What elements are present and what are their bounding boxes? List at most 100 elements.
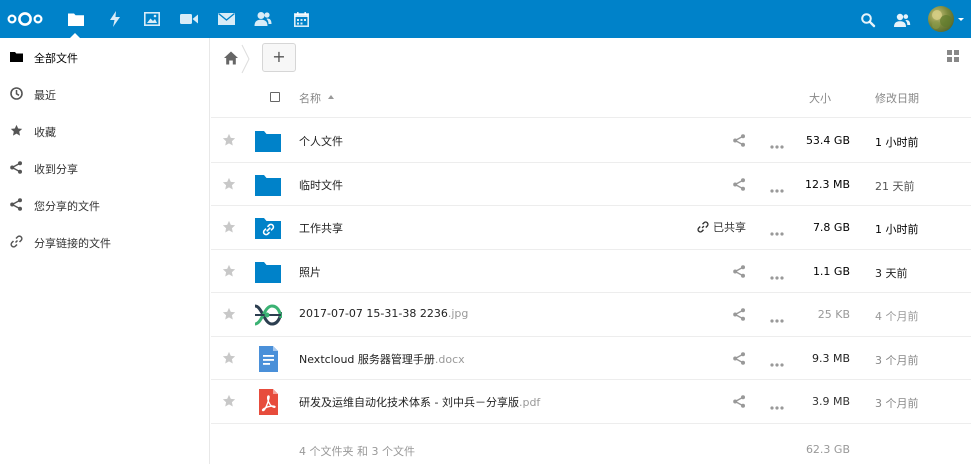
favorite-star-icon[interactable]	[222, 351, 236, 365]
sidebar-item-label: 收到分享	[34, 163, 78, 176]
favorite-star-icon[interactable]	[222, 264, 236, 278]
nextcloud-logo[interactable]	[6, 11, 44, 27]
folder-icon[interactable]	[254, 128, 282, 154]
more-actions-icon[interactable]	[770, 139, 784, 149]
file-modified: 1 小时前	[875, 223, 919, 236]
search-icon[interactable]	[860, 12, 876, 28]
shared-link-folder-icon[interactable]	[254, 215, 282, 241]
gallery-icon[interactable]	[143, 10, 161, 28]
file-size: 25 KB	[817, 308, 850, 321]
table-row[interactable]: 照片 1.1 GB 3 天前	[211, 250, 971, 293]
file-name[interactable]: 2017-07-07 15-31-38 2236.jpg	[299, 307, 468, 320]
new-button[interactable]: +	[262, 43, 296, 72]
share-icon[interactable]	[733, 395, 746, 408]
share-icon[interactable]	[733, 177, 746, 191]
folder-icon	[9, 49, 23, 63]
sidebar-item-recent[interactable]: 最近	[0, 75, 209, 112]
sidebar-item-label: 收藏	[34, 126, 56, 139]
video-icon[interactable]	[180, 10, 198, 28]
more-actions-icon[interactable]	[770, 400, 784, 410]
contacts-menu-icon[interactable]	[893, 12, 911, 28]
file-extension: .jpg	[447, 307, 469, 320]
file-name[interactable]: 研发及运维自动化技术体系 - 刘中兵－分享版.pdf	[299, 394, 540, 410]
sort-ascending-icon[interactable]	[328, 95, 334, 99]
more-actions-icon[interactable]	[770, 313, 784, 323]
favorite-star-icon[interactable]	[222, 220, 236, 234]
table-row[interactable]: 2017-07-07 15-31-38 2236.jpg 25 KB 4 个月前	[211, 293, 971, 337]
home-icon[interactable]	[223, 50, 239, 66]
more-actions-icon[interactable]	[770, 226, 784, 236]
summary-total-size: 62.3 GB	[805, 443, 850, 456]
share-icon[interactable]	[733, 308, 746, 321]
file-modified: 3 个月前	[875, 397, 919, 410]
favorite-star-icon[interactable]	[222, 133, 236, 147]
clock-icon	[9, 86, 23, 100]
more-actions-icon[interactable]	[770, 357, 784, 367]
calendar-icon[interactable]	[292, 10, 310, 28]
avatar[interactable]	[928, 6, 954, 32]
breadcrumb-separator	[241, 44, 250, 74]
sidebar: 全部文件 最近 收藏 收到分享 您分享的文件 分享链接的文件	[0, 38, 210, 464]
table-row[interactable]: Nextcloud 服务器管理手册.docx 9.3 MB 3 个月前	[211, 337, 971, 380]
mail-icon[interactable]	[217, 10, 235, 28]
link-icon	[697, 221, 709, 233]
favorite-star-icon[interactable]	[222, 394, 236, 408]
file-size: 1.1 GB	[812, 264, 850, 278]
file-basename: 研发及运维自动化技术体系 - 刘中兵－分享版	[299, 396, 519, 409]
file-name[interactable]: Nextcloud 服务器管理手册.docx	[299, 351, 465, 367]
file-name[interactable]: 照片	[299, 264, 321, 280]
table-row[interactable]: 工作共享 已共享 7.8 GB 1 小时前	[211, 206, 971, 250]
sidebar-item-shared-with-you[interactable]: 收到分享	[0, 149, 209, 186]
table-row[interactable]: 个人文件 53.4 GB 1 小时前	[211, 119, 971, 163]
column-header-name[interactable]: 名称	[299, 90, 321, 106]
file-name[interactable]: 工作共享	[299, 220, 343, 236]
file-size: 53.4 GB	[805, 134, 850, 147]
document-icon[interactable]	[254, 345, 282, 372]
folder-icon[interactable]	[254, 172, 282, 198]
share-icon	[9, 197, 23, 211]
activity-icon[interactable]	[106, 10, 124, 28]
files-icon[interactable]	[67, 10, 85, 28]
table-row[interactable]: 研发及运维自动化技术体系 - 刘中兵－分享版.pdf 3.9 MB 3 个月前	[211, 380, 971, 424]
file-basename: Nextcloud 服务器管理手册	[299, 352, 435, 366]
favorite-star-icon[interactable]	[222, 177, 236, 191]
file-extension: .pdf	[518, 396, 541, 409]
shared-indicator[interactable]: 已共享	[697, 219, 746, 235]
sidebar-item-all-files[interactable]: 全部文件	[0, 38, 209, 75]
file-modified: 1 小时前	[875, 136, 919, 149]
file-name[interactable]: 个人文件	[299, 133, 343, 149]
file-list: 个人文件 53.4 GB 1 小时前 临时文件 12.3 MB 21 天前 工作共享 已共享 7…	[211, 119, 971, 424]
chevron-down-icon[interactable]	[958, 18, 964, 21]
sidebar-item-shared-by-you[interactable]: 您分享的文件	[0, 186, 209, 223]
share-icon[interactable]	[733, 264, 746, 278]
file-basename: 照片	[299, 265, 321, 279]
column-header-size[interactable]: 大小	[809, 90, 831, 106]
select-all-checkbox[interactable]	[270, 92, 280, 102]
file-size: 9.3 MB	[811, 351, 850, 365]
sidebar-item-favorites[interactable]: 收藏	[0, 112, 209, 149]
grid-view-icon[interactable]	[947, 50, 959, 62]
more-actions-icon[interactable]	[770, 183, 784, 193]
sidebar-item-label: 全部文件	[34, 52, 78, 65]
share-icon[interactable]	[733, 351, 746, 365]
file-modified: 21 天前	[875, 179, 915, 193]
folder-icon[interactable]	[254, 259, 282, 285]
controls-bar: +	[211, 38, 971, 80]
image-thumbnail-icon[interactable]	[254, 302, 283, 328]
file-size: 7.8 GB	[812, 221, 850, 234]
column-header-modified[interactable]: 修改日期	[875, 90, 919, 106]
file-modified: 4 个月前	[875, 310, 919, 323]
file-extension: .docx	[434, 352, 465, 366]
top-header	[0, 0, 971, 38]
share-icon	[9, 160, 23, 174]
more-actions-icon[interactable]	[770, 270, 784, 280]
share-icon[interactable]	[733, 134, 746, 147]
pdf-icon[interactable]	[254, 389, 282, 415]
contacts-icon[interactable]	[254, 10, 272, 28]
file-basename: 临时文件	[299, 178, 343, 192]
sidebar-item-label: 分享链接的文件	[34, 237, 111, 250]
table-row[interactable]: 临时文件 12.3 MB 21 天前	[211, 163, 971, 206]
favorite-star-icon[interactable]	[222, 307, 236, 321]
file-name[interactable]: 临时文件	[299, 177, 343, 193]
sidebar-item-shared-by-link[interactable]: 分享链接的文件	[0, 223, 209, 260]
